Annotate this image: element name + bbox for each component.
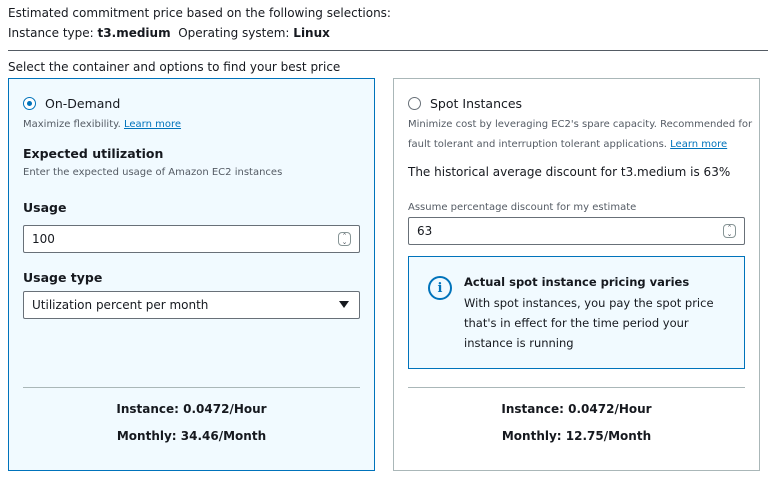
header-divider bbox=[8, 50, 768, 51]
usage-type-label: Usage type bbox=[23, 270, 103, 285]
on-demand-instance-price: Instance: 0.0472/Hour bbox=[116, 402, 267, 416]
on-demand-learn-more-link[interactable]: Learn more bbox=[124, 119, 181, 130]
usage-input[interactable]: 100 ⌃ ⌄ bbox=[23, 225, 360, 253]
instance-type-value: t3.medium bbox=[97, 26, 171, 40]
on-demand-description-text: Maximize flexibility. bbox=[23, 119, 121, 130]
stepper-icon[interactable]: ⌃ ⌄ bbox=[723, 224, 736, 238]
expected-utilization-title: Expected utilization bbox=[23, 146, 164, 161]
info-icon: i bbox=[428, 276, 452, 300]
spot-radio-option[interactable]: Spot Instances bbox=[408, 96, 522, 111]
os-label: Operating system: bbox=[178, 26, 290, 40]
usage-type-value: Utilization percent per month bbox=[32, 298, 209, 312]
instance-type-label: Instance type: bbox=[8, 26, 94, 40]
discount-input[interactable]: 63 ⌃ ⌄ bbox=[408, 217, 745, 245]
discount-value: 63 bbox=[417, 224, 433, 238]
spot-learn-more-link[interactable]: Learn more bbox=[670, 139, 727, 150]
historical-discount-text: The historical average discount for t3.m… bbox=[408, 165, 731, 179]
usage-type-select[interactable]: Utilization percent per month bbox=[23, 291, 360, 319]
on-demand-price-divider bbox=[23, 387, 360, 388]
on-demand-card[interactable]: On-Demand Maximize flexibility. Learn mo… bbox=[8, 78, 375, 471]
caret-down-icon bbox=[339, 301, 349, 308]
spot-label: Spot Instances bbox=[430, 96, 523, 111]
spot-monthly-price: Monthly: 12.75/Month bbox=[501, 429, 652, 443]
spot-radio[interactable] bbox=[408, 97, 421, 110]
spot-instance-price: Instance: 0.0472/Hour bbox=[501, 402, 652, 416]
spot-description-line2: fault tolerant and interruption tolerant… bbox=[408, 139, 667, 150]
on-demand-monthly-price: Monthly: 34.46/Month bbox=[116, 429, 267, 443]
usage-value: 100 bbox=[32, 232, 55, 246]
selection-summary-line: Estimated commitment price based on the … bbox=[8, 6, 391, 20]
on-demand-description: Maximize flexibility. Learn more bbox=[23, 115, 181, 135]
os-value: Linux bbox=[293, 26, 330, 40]
info-body: With spot instances, you pay the spot pr… bbox=[464, 296, 714, 350]
spot-description-line1: Minimize cost by leveraging EC2's spare … bbox=[408, 119, 753, 130]
usage-label: Usage bbox=[23, 200, 67, 215]
spot-description: Minimize cost by leveraging EC2's spare … bbox=[408, 115, 753, 155]
expected-utilization-description: Enter the expected usage of Amazon EC2 i… bbox=[23, 167, 283, 178]
discount-label: Assume percentage discount for my estima… bbox=[408, 202, 637, 213]
on-demand-radio-option[interactable]: On-Demand bbox=[23, 96, 120, 111]
info-title: Actual spot instance pricing varies bbox=[464, 275, 690, 289]
stepper-icon[interactable]: ⌃ ⌄ bbox=[338, 232, 351, 246]
on-demand-radio[interactable] bbox=[23, 97, 36, 110]
selection-details: Instance type: t3.medium Operating syste… bbox=[8, 26, 330, 40]
on-demand-label: On-Demand bbox=[45, 96, 121, 111]
spot-pricing-info-alert: i Actual spot instance pricing varies Wi… bbox=[408, 256, 745, 369]
section-label: Select the container and options to find… bbox=[8, 60, 341, 74]
spot-price-divider bbox=[408, 387, 745, 388]
spot-instances-card[interactable]: Spot Instances Minimize cost by leveragi… bbox=[393, 78, 760, 471]
